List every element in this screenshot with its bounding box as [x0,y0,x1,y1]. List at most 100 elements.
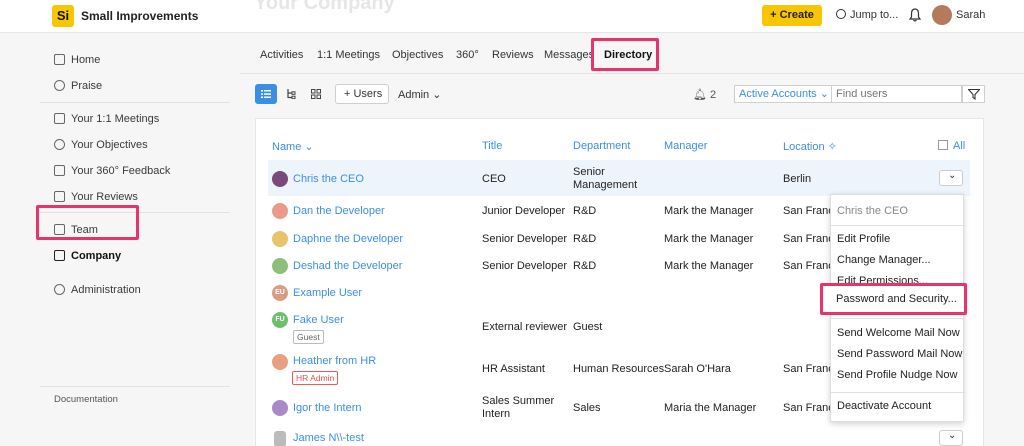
notifications-count[interactable]: 🔔︎ 2 [693,88,716,101]
user-name-link[interactable]: Igor the Intern [293,402,362,414]
tab-reviews[interactable]: Reviews [492,49,534,61]
user-avatar[interactable] [932,5,952,25]
user-name-link[interactable]: Deshad the Developer [293,260,402,272]
menu-divider [831,392,965,393]
home-icon [54,54,65,65]
sidebar-divider [40,102,230,103]
header-department[interactable]: Department [573,140,630,152]
accounts-filter-select[interactable]: Active Accounts ⌄ [734,85,832,103]
admin-dropdown[interactable]: Admin ⌄ [398,88,441,101]
sidebar-item-360-feedback[interactable]: Your 360° Feedback [54,163,170,179]
sidebar-item-home[interactable]: Home [54,52,100,68]
user-name-link[interactable]: Chris the CEO [293,173,364,185]
user-name-link[interactable]: Daphne the Developer [293,233,403,245]
filter-button[interactable] [962,85,985,103]
avatar-initials: FU [272,312,288,328]
user-location: Berlin [783,173,812,185]
sidebar-divider [40,386,230,387]
highlight-directory-tab [591,38,659,71]
sidebar-item-company[interactable]: Company [54,248,121,264]
menu-item-send-profile-nudge[interactable]: Send Profile Nudge Now [837,369,957,381]
avatar [272,171,288,187]
highlight-password-security[interactable]: Password and Security... [820,283,967,315]
header-location-label: Location [783,141,825,153]
header-title[interactable]: Title [482,140,502,152]
user-title: Senior Developer [482,260,567,272]
user-name-link[interactable]: Heather from HR [293,355,376,367]
tab-messages[interactable]: Messages [544,49,594,61]
menu-divider [831,318,965,319]
chevron-down-icon: ⌄ [948,430,957,441]
bell-icon[interactable] [909,8,921,22]
tab-activities[interactable]: Activities [260,49,303,61]
row-actions-button[interactable]: ⌄ [939,430,963,446]
menu-item-send-password-mail[interactable]: Send Password Mail Now [837,348,962,360]
find-users-input[interactable] [832,85,962,103]
user-location: San Franc [783,363,834,375]
company-icon [54,250,65,261]
menu-item-deactivate-account[interactable]: Deactivate Account [837,400,931,412]
user-name[interactable]: Sarah [956,9,985,21]
sidebar-item-praise[interactable]: Praise [54,78,102,94]
header-manager[interactable]: Manager [664,140,707,152]
user-department: Human Resources [573,363,665,375]
menu-item-send-welcome-mail[interactable]: Send Welcome Mail Now [837,327,960,339]
menu-item-edit-profile[interactable]: Edit Profile [837,233,890,245]
user-manager[interactable]: Mark the Manager [664,233,753,245]
avatar [272,231,288,247]
jump-to-label: Jump to... [850,9,899,21]
header-name-label: Name [272,141,302,153]
select-all-checkbox[interactable] [938,140,948,150]
guest-badge: Guest [293,330,324,344]
praise-icon [54,80,65,91]
user-name-link[interactable]: Example User [293,287,362,299]
documentation-link[interactable]: Documentation [54,394,118,405]
app-logo[interactable]: Si [52,5,74,27]
avatar [272,354,288,370]
user-name-link[interactable]: Fake User [293,314,344,326]
user-name-link[interactable]: James N\\-test [293,432,364,444]
org-chart-view-button[interactable] [281,84,303,104]
meetings-icon [54,113,65,124]
sidebar-item-meetings[interactable]: Your 1:1 Meetings [54,111,159,127]
user-name-link[interactable]: Dan the Developer [293,205,385,217]
search-icon [836,9,846,19]
user-location: San Franc [783,260,834,272]
tab-meetings[interactable]: 1:1 Meetings [317,49,380,61]
menu-divider [831,225,965,226]
grid-view-button[interactable] [305,84,327,104]
header-location[interactable]: Location ✧ [783,140,837,153]
magic-wand-icon: ✧ [827,141,837,153]
user-manager[interactable]: Mark the Manager [664,260,753,272]
sidebar-item-label: Your 360° Feedback [71,165,171,177]
sidebar-item-label: Your Reviews [71,191,138,203]
tab-360[interactable]: 360° [456,49,479,61]
user-manager[interactable]: Mark the Manager [664,205,753,217]
tab-objectives[interactable]: Objectives [392,49,443,61]
accounts-select-value: Active Accounts [739,88,817,100]
jump-to-search[interactable]: Jump to... [836,9,898,21]
add-users-button[interactable]: + Users [335,84,389,104]
row-actions-button[interactable]: ⌄ [939,170,963,186]
app-name[interactable]: Small Improvements [81,9,198,23]
user-manager[interactable]: Sarah O'Hara [664,363,731,375]
chevron-down-icon: ⌄ [819,88,829,100]
sidebar-item-administration[interactable]: Administration [54,282,141,298]
highlight-company [36,205,139,240]
menu-header: Chris the CEO [837,205,908,217]
select-all[interactable]: All [938,140,965,152]
menu-item-password-security[interactable]: Password and Security... [836,293,957,305]
sidebar-item-reviews[interactable]: Your Reviews [54,189,138,205]
user-title: Junior Developer [482,205,566,217]
user-manager[interactable]: Maria the Manager [664,402,756,414]
user-department: R&D [573,205,597,217]
chevron-down-icon: ⌄ [304,141,314,153]
header-name[interactable]: Name ⌄ [272,140,314,153]
create-button[interactable]: + Create [762,5,822,26]
sidebar-item-objectives[interactable]: Your Objectives [54,137,148,153]
org-chart-icon [287,89,296,99]
user-location: San Franc [783,233,834,245]
sidebar-item-label: Your Objectives [71,139,148,151]
list-view-button[interactable] [255,84,277,104]
menu-item-change-manager[interactable]: Change Manager... [837,254,931,266]
